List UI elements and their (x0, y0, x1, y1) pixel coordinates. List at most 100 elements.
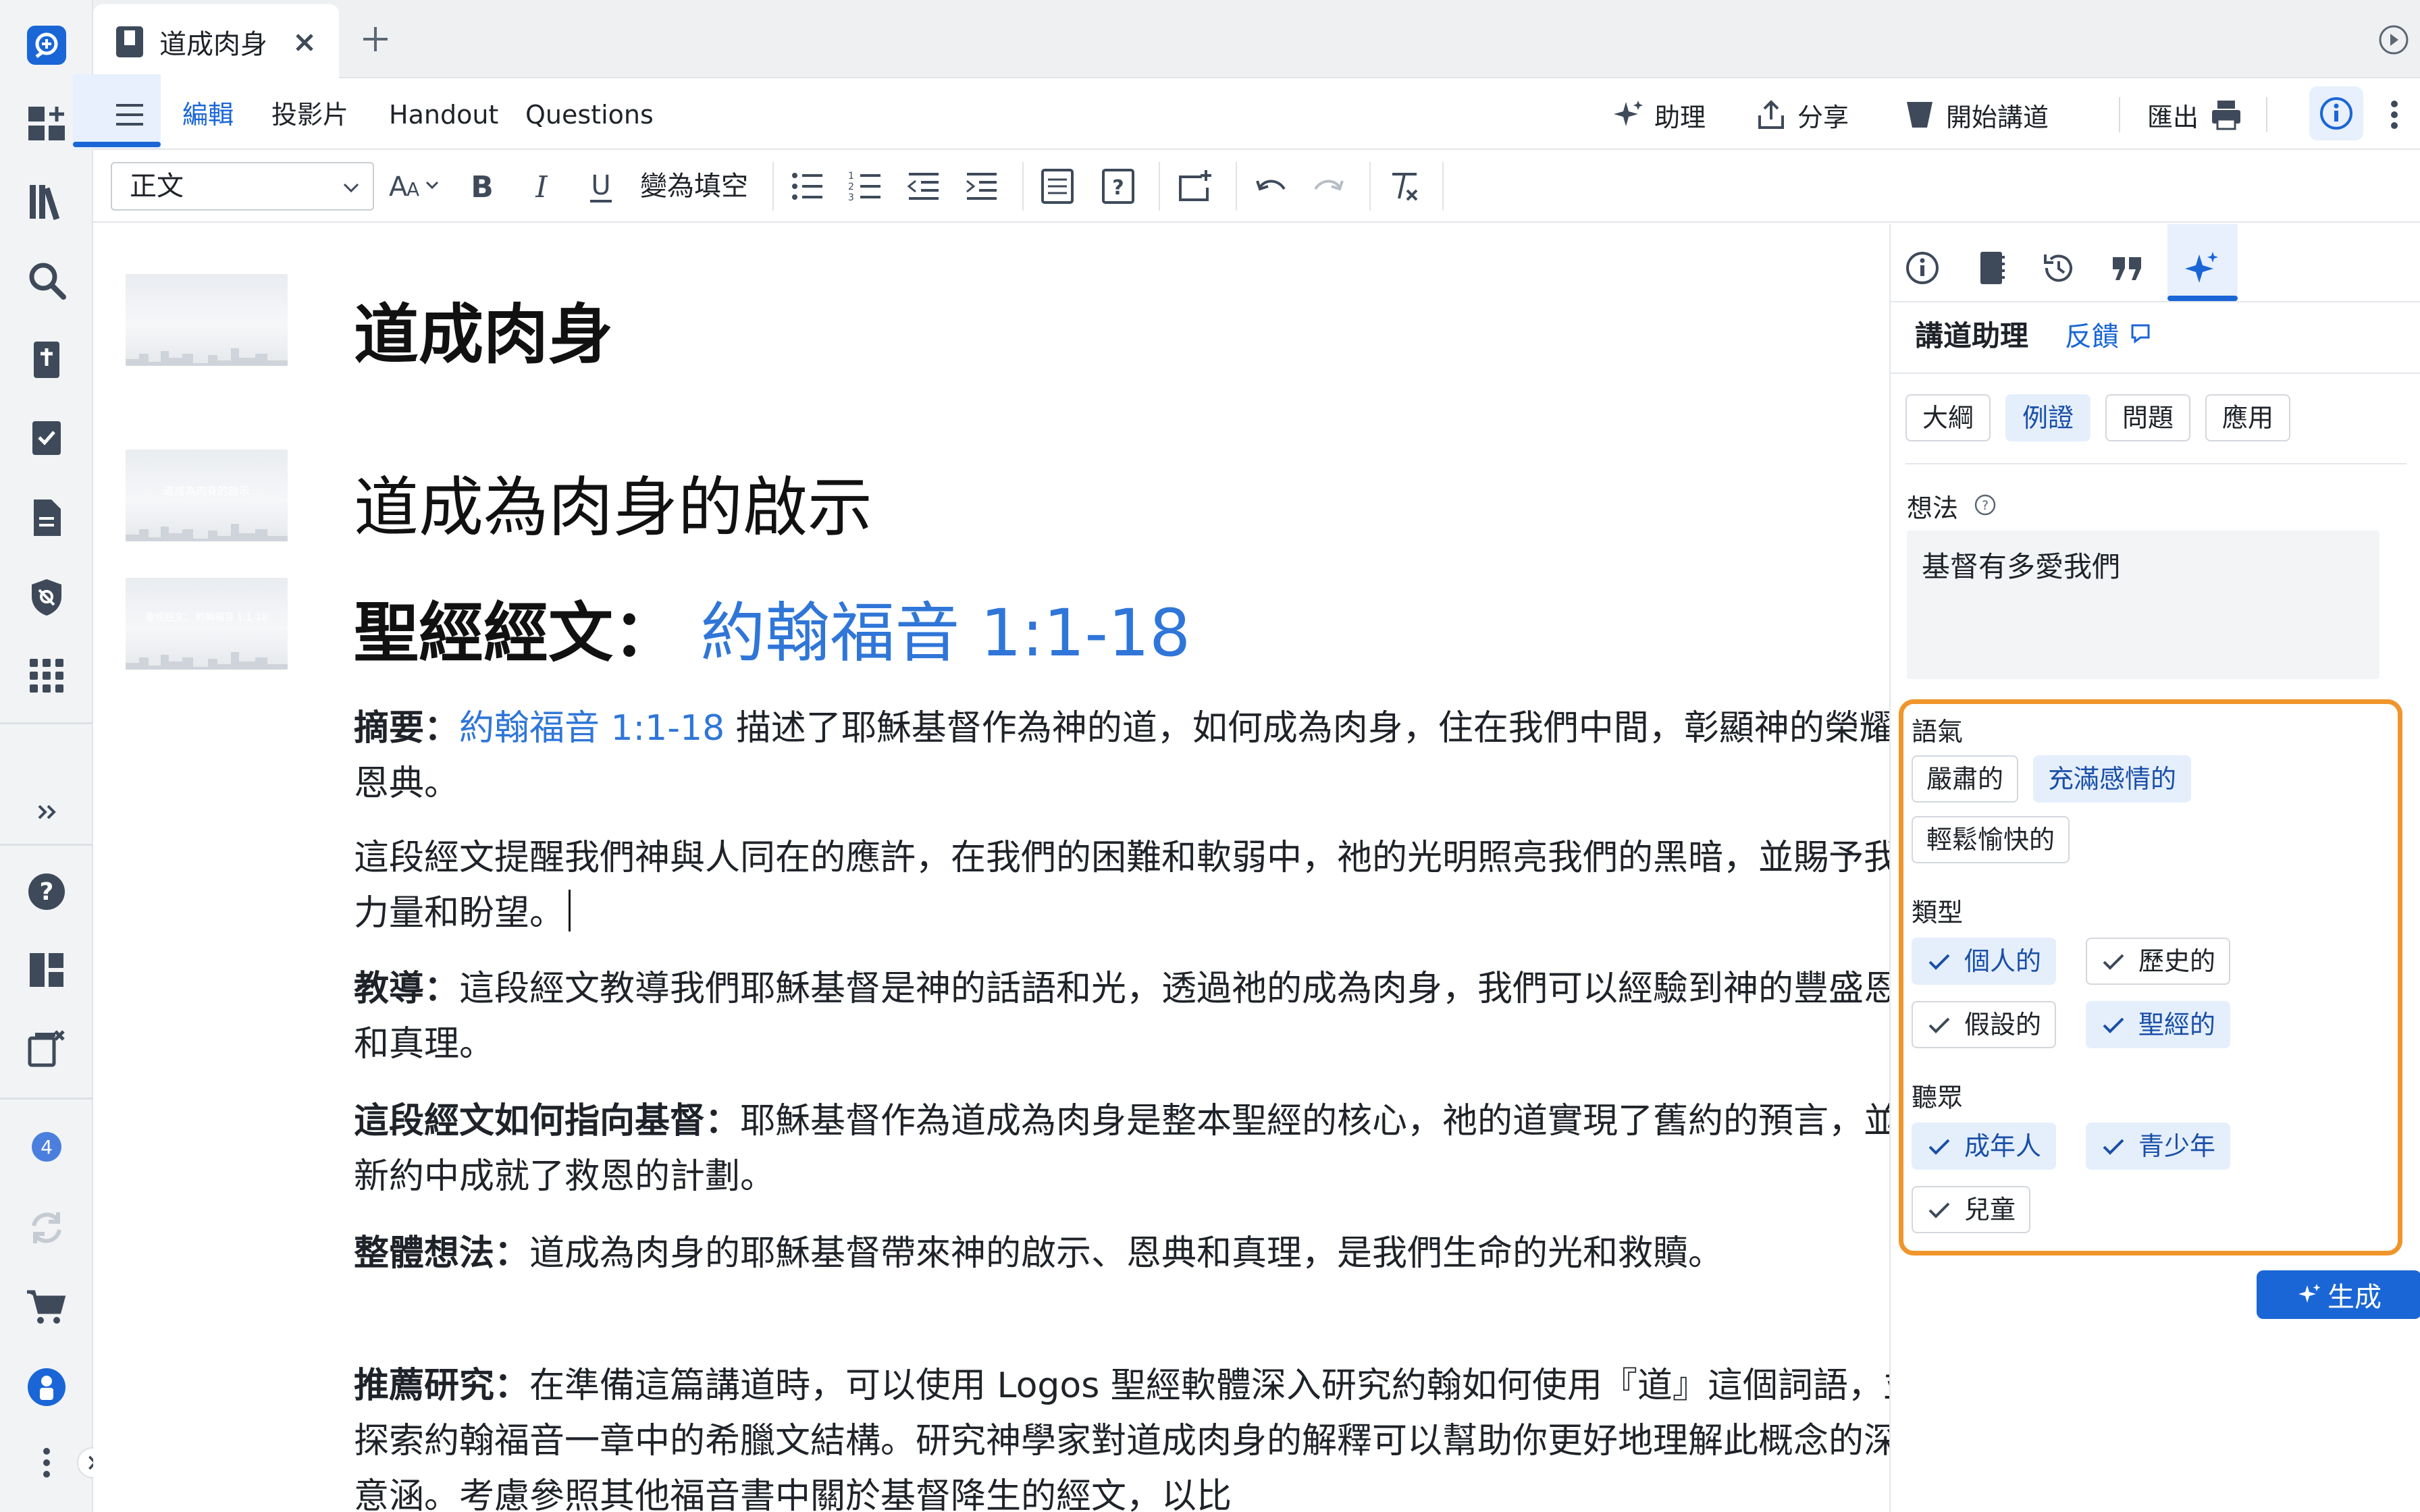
insert-question-button[interactable]: ? (1099, 167, 1137, 205)
feedback-link[interactable]: 反饋 (2065, 315, 2119, 354)
type-personal-chip[interactable]: 個人的 (1912, 938, 2057, 985)
panel-tab-assistant[interactable] (2173, 239, 2231, 297)
teaching-label: 教導： (354, 969, 460, 1009)
logos-home-icon[interactable] (18, 16, 76, 74)
audience-adults-chip[interactable]: 成年人 (1912, 1123, 2057, 1170)
study-paragraph[interactable]: 推薦研究：在準備這篇講道時，可以使用 Logos 聖經軟體深入研究約翰如何使用『… (354, 1358, 1889, 1512)
panel-tab-quotes[interactable] (2099, 239, 2157, 297)
type-biblical-chip[interactable]: 聖經的 (2086, 1001, 2231, 1048)
tone-emotional-chip[interactable]: 充滿感情的 (2033, 755, 2192, 803)
outdent-button[interactable] (905, 167, 943, 205)
close-icon[interactable] (288, 26, 321, 59)
summary-paragraph[interactable]: 摘要：約翰福音 1:1-18 描述了耶穌基督作為神的道，如何成為肉身，住在我們中… (354, 701, 1889, 811)
slide-thumbnail-3[interactable]: 聖經經文： 約翰福音 1:1-18 (126, 578, 288, 670)
cart-icon[interactable] (18, 1278, 76, 1336)
audience-youth-label: 青少年 (2138, 1131, 2216, 1161)
big-idea-paragraph[interactable]: 整體想法：道成為肉身的耶穌基督帶來神的啟示、恩典和真理，是我們生命的光和救贖。 (354, 1226, 1889, 1281)
font-size-button[interactable]: AA (388, 167, 446, 205)
start-preaching-button[interactable]: 開始講道 (1903, 94, 2049, 135)
type-hypothetical-chip[interactable]: 假設的 (1912, 1001, 2057, 1048)
apps-grid-icon[interactable] (18, 647, 76, 705)
chip-illustration[interactable]: 例證 (2005, 394, 2090, 441)
chip-questions[interactable]: 問題 (2105, 394, 2190, 441)
christ-paragraph[interactable]: 這段經文如何指向基督：耶穌基督作為道成為肉身是整本聖經的核心，祂的道實現了舊約的… (354, 1094, 1889, 1204)
sync-icon[interactable] (18, 1199, 76, 1257)
redo-button[interactable] (1310, 167, 1348, 205)
underline-button[interactable]: U (582, 167, 620, 205)
summary-label: 摘要： (354, 708, 460, 749)
notifications-badge[interactable]: 4 (18, 1118, 76, 1176)
reflection-paragraph[interactable]: 這段經文提醒我們神與人同在的應許，在我們的困難和軟弱中，祂的光明照亮我們的黑暗，… (354, 830, 1889, 941)
bold-button[interactable]: B (463, 167, 501, 205)
layout-icon[interactable] (18, 941, 76, 999)
print-button[interactable] (2209, 94, 2253, 135)
shield-eye-icon[interactable] (18, 568, 76, 626)
generate-button[interactable]: 生成 (2257, 1270, 2420, 1319)
chip-application[interactable]: 應用 (2205, 394, 2290, 441)
idea-input[interactable]: 基督有多愛我們 (1907, 531, 2379, 679)
audience-youth-chip[interactable]: 青少年 (2086, 1123, 2231, 1170)
help-icon[interactable]: ? (1973, 493, 1997, 517)
undo-button[interactable] (1252, 167, 1290, 205)
type-hypothetical-label: 假設的 (1964, 1010, 2042, 1040)
insert-block-button[interactable] (1038, 167, 1076, 205)
bible-icon[interactable] (18, 331, 76, 389)
summary-reference-link[interactable]: 約翰福音 1:1-18 (459, 708, 725, 749)
scripture-heading[interactable]: 聖經經文： 約翰福音 1:1-18 (354, 580, 1190, 674)
type-historical-label: 歷史的 (2138, 946, 2216, 976)
feedback-icon[interactable] (2128, 321, 2153, 346)
checklist-icon[interactable] (18, 409, 76, 467)
type-personal-label: 個人的 (1964, 946, 2042, 976)
bullet-list-button[interactable] (789, 167, 826, 205)
tab-edit[interactable]: 編輯 (182, 94, 234, 135)
slide-thumbnail-1[interactable] (126, 274, 288, 366)
tab-questions[interactable]: Questions (525, 94, 654, 135)
svg-text:A: A (389, 171, 408, 202)
share-button[interactable]: 分享 (1754, 94, 1849, 135)
add-tab-icon[interactable] (357, 20, 394, 58)
type-historical-chip[interactable]: 歷史的 (2086, 938, 2231, 985)
tone-serious-chip[interactable]: 嚴肅的 (1912, 755, 2019, 803)
numbered-list-button[interactable]: 123 (847, 167, 885, 205)
sermon-editor[interactable]: 道成為肉身的啟示 聖經經文： 約翰福音 1:1-18 道成肉身 道成為肉身的啟示… (93, 224, 1889, 1512)
chip-outline[interactable]: 大綱 (1905, 394, 1991, 441)
italic-button[interactable]: I (523, 167, 560, 205)
info-button[interactable] (2309, 86, 2363, 140)
paragraph-style-select[interactable]: 正文 (111, 162, 374, 211)
tab-slides[interactable]: 投影片 (271, 94, 348, 135)
italic-icon: I (535, 170, 548, 205)
tab-handout[interactable]: Handout (389, 94, 498, 135)
more-options-icon[interactable] (2375, 96, 2413, 134)
assistant-button[interactable]: 助理 (1611, 94, 1706, 135)
expand-rail-icon[interactable] (18, 783, 76, 841)
panel-tab-notes[interactable] (1962, 239, 2020, 297)
document-tab-title: 道成肉身 (159, 29, 267, 60)
help-icon[interactable]: ? (18, 863, 76, 921)
document-tab[interactable]: 道成肉身 (93, 4, 339, 80)
dashboard-add-icon[interactable] (18, 94, 76, 153)
toolbar-divider (2266, 97, 2267, 132)
sermon-title[interactable]: 道成肉身 (354, 282, 613, 376)
scripture-reference-link[interactable]: 約翰福音 1:1-18 (700, 595, 1190, 671)
library-icon[interactable] (18, 173, 76, 231)
tone-lighthearted-chip[interactable]: 輕鬆愉快的 (1912, 816, 2070, 863)
panel-tab-info[interactable] (1893, 239, 1951, 297)
search-icon[interactable] (18, 251, 76, 309)
audience-children-chip[interactable]: 兒童 (1912, 1186, 2031, 1233)
tab-scroll-icon[interactable] (2377, 23, 2411, 57)
more-vertical-icon[interactable] (18, 1434, 76, 1492)
add-slide-button[interactable] (1176, 167, 1214, 205)
slide-thumbnail-2[interactable]: 道成為肉身的啟示 (126, 450, 288, 541)
section-heading[interactable]: 道成為肉身的啟示 (354, 455, 872, 549)
hamburger-menu-icon[interactable] (111, 96, 149, 134)
document-icon[interactable] (18, 489, 76, 547)
clear-format-button[interactable] (1386, 167, 1423, 205)
panel-tab-history[interactable] (2030, 239, 2088, 297)
close-panels-icon[interactable] (18, 1019, 76, 1077)
clear-format-icon (1392, 173, 1418, 201)
account-icon[interactable] (18, 1358, 76, 1416)
export-button[interactable]: 匯出 (2147, 94, 2199, 135)
indent-button[interactable] (963, 167, 1001, 205)
make-cloze-button[interactable]: 變為填空 (640, 167, 748, 205)
teaching-paragraph[interactable]: 教導：這段經文教導我們耶穌基督是神的話語和光，透過祂的成為肉身，我們可以經驗到神… (354, 961, 1889, 1072)
